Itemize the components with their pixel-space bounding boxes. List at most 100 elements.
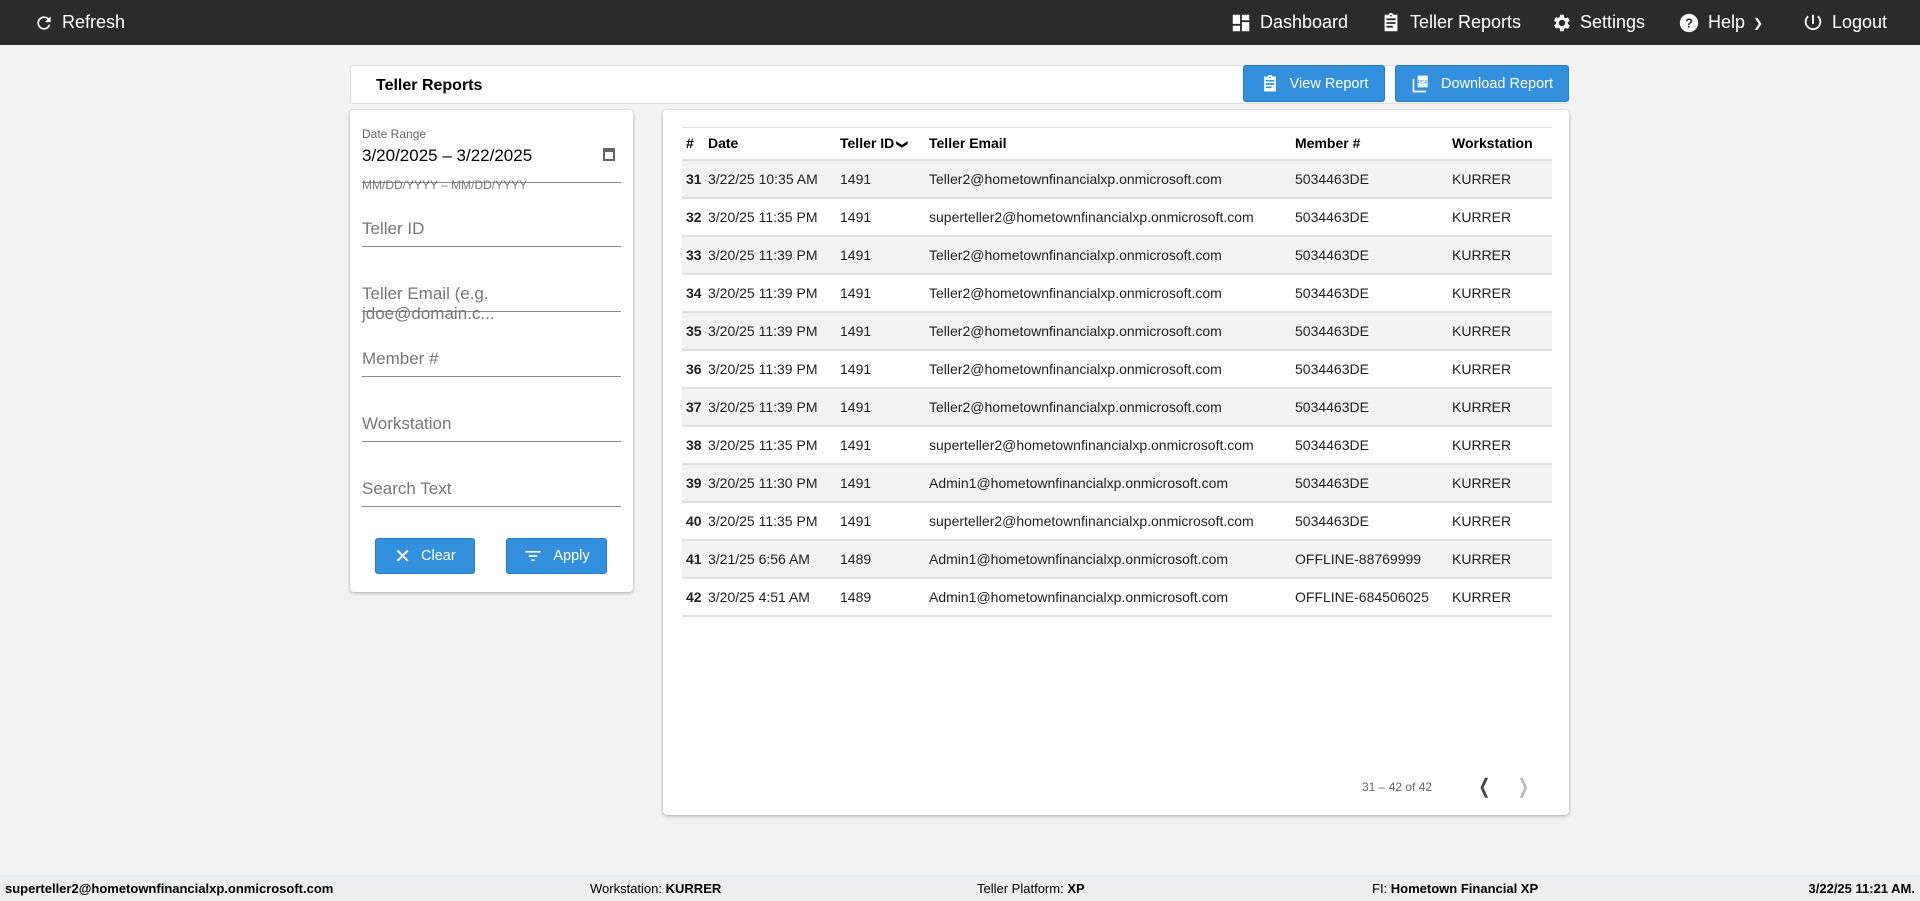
cell-teller-id: 1491 (840, 311, 929, 351)
table-row[interactable]: 33 3/20/25 11:39 PM 1491 Teller2@hometownfi… (682, 235, 1552, 275)
platform-status: Teller Platform: XP (977, 881, 1085, 896)
cell-teller-id: 1491 (840, 159, 929, 199)
cell-member-number: 5034463DE (1295, 159, 1452, 199)
table-row[interactable]: 31 3/22/25 10:35 AM 1491 Teller2@hometownfi… (682, 159, 1552, 199)
cell-teller-id: 1491 (840, 273, 929, 313)
column-header-number[interactable]: # (682, 127, 708, 161)
cell-date: 3/20/25 11:35 PM (708, 197, 840, 237)
cell-date: 3/20/25 4:51 AM (708, 577, 840, 617)
nav-settings-label: Settings (1580, 12, 1646, 32)
cell-teller-id: 1491 (840, 387, 929, 427)
cell-teller-id: 1491 (840, 501, 929, 541)
table-row[interactable]: 37 3/20/25 11:39 PM 1491 Teller2@hometownfi… (682, 387, 1552, 427)
previous-page-button[interactable]: ❮ (1479, 774, 1491, 799)
column-header-workstation[interactable]: Workstation (1452, 127, 1552, 161)
cell-member-number: 5034463DE (1295, 235, 1452, 275)
sort-desc-icon: ❯ (896, 140, 909, 150)
cell-teller-email: Admin1@hometownfinancialxp.onmicrosoft.c… (929, 463, 1295, 503)
cell-workstation: KURRER (1452, 577, 1552, 617)
cell-teller-id: 1489 (840, 577, 929, 617)
fi-status: FI: Hometown Financial XP (1372, 881, 1538, 896)
refresh-button[interactable]: Refresh (34, 0, 125, 45)
chevron-down-icon: ❯ (1753, 15, 1764, 30)
svg-text:PDF: PDF (1418, 80, 1428, 86)
cell-row-number: 42 (682, 577, 708, 617)
table-row[interactable]: 38 3/20/25 11:35 PM 1491 superteller2@homet… (682, 425, 1552, 465)
cell-workstation: KURRER (1452, 197, 1552, 237)
cell-date: 3/20/25 11:39 PM (708, 349, 840, 389)
cell-workstation: KURRER (1452, 387, 1552, 427)
view-report-button[interactable]: View Report (1243, 65, 1385, 102)
table-row[interactable]: 34 3/20/25 11:39 PM 1491 Teller2@hometownfi… (682, 273, 1552, 313)
cell-teller-id: 1491 (840, 197, 929, 237)
clear-button[interactable]: ✕ Clear (375, 538, 475, 574)
apply-button[interactable]: Apply (506, 538, 607, 574)
column-header-teller-email[interactable]: Teller Email (929, 127, 1295, 161)
nav-help-label: Help (1708, 12, 1746, 32)
teller-id-input[interactable]: Teller ID (362, 209, 621, 247)
svg-text:?: ? (1685, 15, 1693, 30)
table-row[interactable]: 41 3/21/25 6:56 AM 1489 Admin1@hometownfina… (682, 539, 1552, 579)
cell-workstation: KURRER (1452, 235, 1552, 275)
platform-status-label: Teller Platform: (977, 881, 1064, 896)
table-row[interactable]: 35 3/20/25 11:39 PM 1491 Teller2@hometownfi… (682, 311, 1552, 351)
cell-row-number: 38 (682, 425, 708, 465)
nav-logout-label: Logout (1832, 12, 1888, 32)
current-user: superteller2@hometownfinancialxp.onmicro… (5, 881, 334, 896)
view-report-label: View Report (1289, 75, 1369, 92)
teller-email-input[interactable]: Teller Email (e.g. jdoe@domain.c... (362, 274, 621, 323)
pdf-icon: PDF (1412, 75, 1428, 92)
apply-label: Apply (553, 548, 590, 564)
cell-member-number: OFFLINE-684506025 (1295, 577, 1452, 617)
workstation-input[interactable]: Workstation (362, 404, 621, 442)
help-icon: ? (1679, 13, 1699, 32)
cell-date: 3/20/25 11:39 PM (708, 273, 840, 313)
cell-teller-email: superteller2@hometownfinancialxp.onmicro… (929, 425, 1295, 465)
clipboard-icon (1384, 12, 1398, 31)
cell-row-number: 32 (682, 197, 708, 237)
cell-teller-email: Admin1@hometownfinancialxp.onmicrosoft.c… (929, 577, 1295, 617)
nav-dashboard[interactable]: Dashboard (1230, 0, 1348, 45)
platform-status-value: XP (1067, 881, 1085, 896)
cell-workstation: KURRER (1452, 273, 1552, 313)
cell-teller-id: 1491 (840, 463, 929, 503)
cell-teller-id: 1491 (840, 349, 929, 389)
cell-teller-email: Teller2@hometownfinancialxp.onmicrosoft.… (929, 235, 1295, 275)
nav-logout[interactable]: Logout (1802, 0, 1887, 45)
table-row[interactable]: 36 3/20/25 11:39 PM 1491 Teller2@hometownfi… (682, 349, 1552, 389)
search-text-input[interactable]: Search Text (362, 469, 621, 507)
table-row[interactable]: 39 3/20/25 11:30 PM 1491 Admin1@hometownfin… (682, 463, 1552, 503)
table-row[interactable]: 32 3/20/25 11:35 PM 1491 superteller2@homet… (682, 197, 1552, 237)
cell-member-number: 5034463DE (1295, 463, 1452, 503)
nav-settings[interactable]: Settings (1550, 0, 1645, 45)
cell-workstation: KURRER (1452, 539, 1552, 579)
cell-workstation: KURRER (1452, 501, 1552, 541)
cell-teller-email: superteller2@hometownfinancialxp.onmicro… (929, 501, 1295, 541)
table-row[interactable]: 42 3/20/25 4:51 AM 1489 Admin1@hometownfina… (682, 577, 1552, 617)
nav-help[interactable]: ? Help ❯ (1678, 0, 1763, 45)
cell-row-number: 36 (682, 349, 708, 389)
calendar-icon[interactable] (603, 148, 615, 161)
date-range-label: Date Range (362, 127, 427, 141)
clipboard-icon (1263, 74, 1276, 91)
table-row[interactable]: 40 3/20/25 11:35 PM 1491 superteller2@homet… (682, 501, 1552, 541)
teller-id-header-label: Teller ID (840, 135, 895, 152)
cell-teller-email: Teller2@hometownfinancialxp.onmicrosoft.… (929, 311, 1295, 351)
cell-date: 3/20/25 11:35 PM (708, 501, 840, 541)
column-header-member[interactable]: Member # (1295, 127, 1452, 161)
column-header-date[interactable]: Date (708, 127, 840, 161)
results-panel: # Date Teller ID ❯ Teller Email Member #… (663, 110, 1569, 815)
cell-workstation: KURRER (1452, 463, 1552, 503)
page-title: Teller Reports (376, 77, 483, 94)
cell-row-number: 33 (682, 235, 708, 275)
nav-teller-reports-label: Teller Reports (1410, 12, 1522, 32)
download-report-button[interactable]: PDF Download Report (1395, 65, 1569, 102)
cell-date: 3/20/25 11:39 PM (708, 387, 840, 427)
power-icon (1804, 14, 1822, 30)
nav-teller-reports[interactable]: Teller Reports (1380, 0, 1521, 45)
table-header-row: # Date Teller ID ❯ Teller Email Member #… (682, 127, 1552, 161)
fi-status-label: FI: (1372, 881, 1388, 896)
next-page-button[interactable]: ❯ (1518, 774, 1530, 799)
member-input[interactable]: Member # (362, 339, 621, 377)
column-header-teller-id[interactable]: Teller ID ❯ (840, 127, 929, 161)
